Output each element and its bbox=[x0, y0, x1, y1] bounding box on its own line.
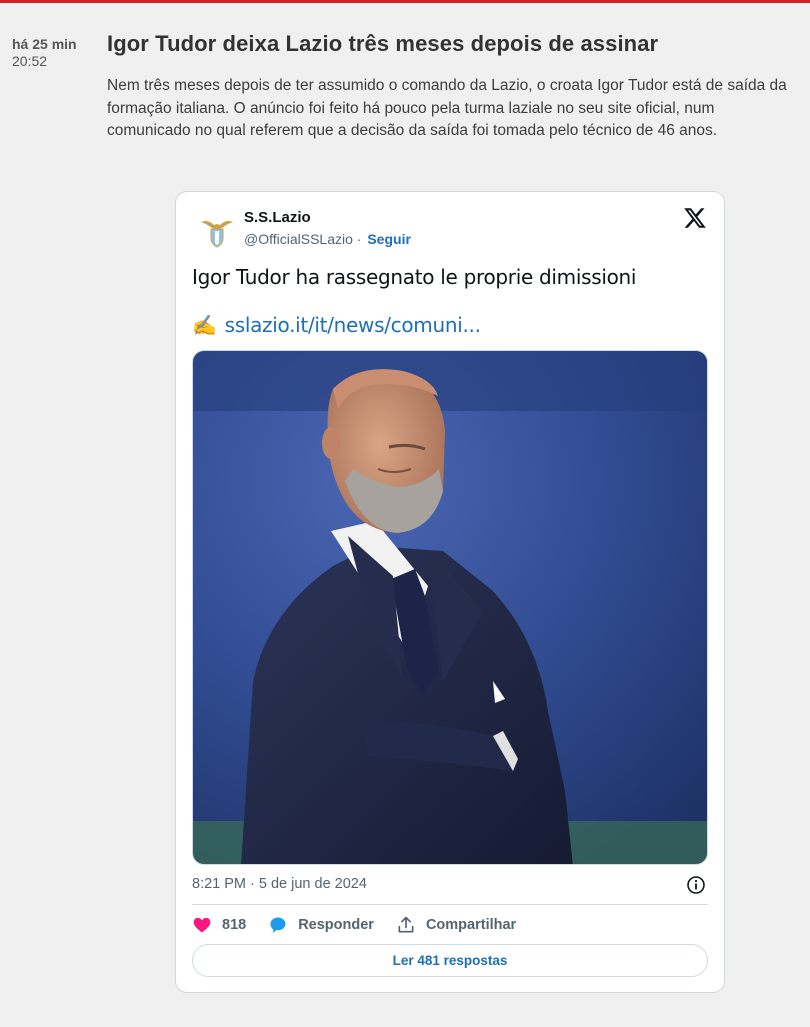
reply-action[interactable]: Responder bbox=[268, 915, 374, 935]
share-action[interactable]: Compartilhar bbox=[396, 915, 516, 935]
info-icon[interactable] bbox=[686, 875, 706, 895]
tweet-author-handle[interactable]: @OfficialSSLazio bbox=[244, 231, 353, 247]
entry-headline[interactable]: Igor Tudor deixa Lazio três meses depois… bbox=[107, 30, 797, 58]
handle-separator: · bbox=[356, 231, 362, 247]
time-absolute: 20:52 bbox=[12, 53, 48, 69]
tweet-link-row: ✍️ sslazio.it/it/news/comuni... bbox=[192, 313, 481, 337]
reply-bubble-icon bbox=[270, 917, 286, 933]
read-replies-button[interactable]: Ler 481 respostas bbox=[192, 944, 708, 977]
follow-button[interactable]: Seguir bbox=[367, 231, 411, 247]
share-icon bbox=[398, 916, 414, 933]
tweet-author-name[interactable]: S.S.Lazio bbox=[244, 209, 311, 226]
tweet-photo[interactable] bbox=[192, 350, 708, 865]
share-label: Compartilhar bbox=[425, 917, 517, 933]
like-action[interactable]: 818 bbox=[192, 915, 246, 935]
heart-icon bbox=[193, 917, 211, 933]
embedded-tweet[interactable]: S.S.Lazio @OfficialSSLazio · Seguir Igor… bbox=[175, 191, 725, 993]
reply-label: Responder bbox=[298, 917, 374, 933]
time-relative: há 25 min bbox=[12, 36, 77, 52]
entry-time: há 25 min 20:52 bbox=[12, 36, 97, 70]
top-accent-bar bbox=[0, 0, 810, 3]
tweet-timestamp[interactable]: 8:21 PM · 5 de jun de 2024 bbox=[192, 876, 367, 892]
writing-hand-emoji: ✍️ bbox=[192, 313, 217, 337]
like-count: 818 bbox=[222, 917, 247, 933]
tweet-link[interactable]: sslazio.it/it/news/comuni... bbox=[225, 313, 481, 337]
tweet-text: Igor Tudor ha rassegnato le proprie dimi… bbox=[192, 265, 637, 289]
tweet-author-handle-row: @OfficialSSLazio · Seguir bbox=[244, 231, 411, 247]
tweet-actions: 818 Responder Compartilhar bbox=[192, 914, 538, 936]
x-logo-icon[interactable] bbox=[683, 206, 707, 230]
entry-content: Igor Tudor deixa Lazio três meses depois… bbox=[107, 30, 797, 143]
lazio-logo-icon[interactable] bbox=[198, 212, 236, 250]
tweet-divider bbox=[192, 904, 708, 905]
entry-lead: Nem três meses depois de ter assumido o … bbox=[107, 77, 787, 139]
